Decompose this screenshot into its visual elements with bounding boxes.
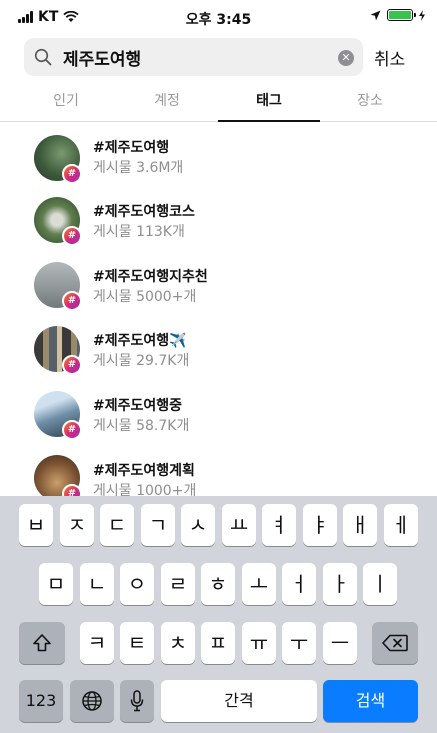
clear-icon[interactable]: ✕ — [338, 50, 354, 66]
key[interactable]: ㅑ — [303, 504, 337, 546]
tab-accounts[interactable]: 계정 — [117, 90, 217, 110]
hashtag-icon: # — [62, 420, 82, 440]
key[interactable]: ㄹ — [161, 563, 195, 605]
status-right — [370, 9, 425, 21]
battery-icon — [387, 9, 416, 21]
key[interactable]: ㅓ — [282, 563, 316, 605]
key[interactable]: ㅜ — [282, 622, 316, 664]
post-count: 게시물 113K개 — [93, 224, 185, 240]
tag-name: #제주도여행 — [93, 140, 170, 156]
space-key[interactable]: 간격 — [161, 680, 317, 722]
key[interactable]: ㅡ — [323, 622, 357, 664]
key[interactable]: ㅕ — [262, 504, 296, 546]
hashtag-icon: # — [62, 291, 82, 311]
tag-name: #제주도여행코스 — [93, 204, 195, 220]
key[interactable]: ㅐ — [343, 504, 377, 546]
shift-icon — [33, 634, 51, 652]
key[interactable]: ㅍ — [201, 622, 235, 664]
backspace-icon — [382, 634, 408, 652]
key[interactable]: ㄷ — [100, 504, 134, 546]
active-tab-indicator — [218, 120, 320, 122]
key[interactable]: ㅅ — [181, 504, 215, 546]
list-item[interactable]: # #제주도여행중 게시물 58.7K개 — [0, 387, 437, 451]
key[interactable]: ㄱ — [141, 504, 175, 546]
hashtag-icon: # — [62, 164, 82, 184]
key[interactable]: ㅂ — [19, 504, 53, 546]
post-count: 게시물 5000+개 — [93, 289, 197, 305]
key[interactable]: ㅔ — [384, 504, 418, 546]
post-count: 게시물 29.7K개 — [93, 353, 190, 369]
key[interactable]: ㅠ — [242, 622, 276, 664]
tag-name: #제주도여행중 — [93, 398, 183, 414]
tab-top[interactable]: 인기 — [16, 90, 116, 110]
list-item[interactable]: # #제주도여행 게시물 3.6M개 — [0, 128, 437, 192]
globe-key[interactable] — [70, 680, 114, 722]
cancel-button[interactable]: 취소 — [374, 45, 405, 70]
tab-places[interactable]: 장소 — [320, 90, 420, 110]
hashtag-icon: # — [62, 226, 82, 246]
key[interactable]: ㅗ — [242, 563, 276, 605]
numbers-key[interactable]: 123 — [19, 680, 63, 722]
tag-name: #제주도여행지추천 — [93, 269, 208, 285]
key[interactable]: ㅎ — [201, 563, 235, 605]
charging-icon — [419, 9, 425, 21]
key[interactable]: ㄴ — [80, 563, 114, 605]
list-item[interactable]: # #제주도여행✈️ 게시물 29.7K개 — [0, 322, 437, 386]
globe-icon — [82, 691, 102, 711]
backspace-key[interactable] — [372, 622, 418, 664]
key[interactable]: ㅛ — [222, 504, 256, 546]
tag-name: #제주도여행계획 — [93, 463, 195, 479]
post-count: 게시물 3.6M개 — [93, 160, 184, 176]
search-query[interactable]: 제주도여행 — [63, 45, 141, 70]
search-key[interactable]: 검색 — [323, 680, 418, 722]
hashtag-icon: # — [62, 355, 82, 375]
tab-tags[interactable]: 태그 — [219, 90, 319, 110]
list-item[interactable]: # #제주도여행코스 게시물 113K개 — [0, 193, 437, 257]
key[interactable]: ㅈ — [60, 504, 94, 546]
search-icon — [34, 48, 52, 66]
shift-key[interactable] — [19, 622, 65, 664]
status-bar: KT 오후 3:45 — [0, 0, 437, 38]
location-arrow-icon — [370, 10, 381, 20]
post-count: 게시물 58.7K개 — [93, 418, 190, 434]
key[interactable]: ㅌ — [120, 622, 154, 664]
key[interactable]: ㅣ — [363, 563, 397, 605]
key[interactable]: ㅇ — [120, 563, 154, 605]
list-item[interactable]: # #제주도여행지추천 게시물 5000+개 — [0, 258, 437, 322]
key[interactable]: ㅊ — [161, 622, 195, 664]
microphone-key[interactable] — [120, 680, 154, 722]
microphone-icon — [130, 690, 144, 712]
key[interactable]: ㅁ — [39, 563, 73, 605]
key[interactable]: ㅏ — [323, 563, 357, 605]
tag-name: #제주도여행✈️ — [93, 333, 187, 349]
key[interactable]: ㅋ — [80, 622, 114, 664]
